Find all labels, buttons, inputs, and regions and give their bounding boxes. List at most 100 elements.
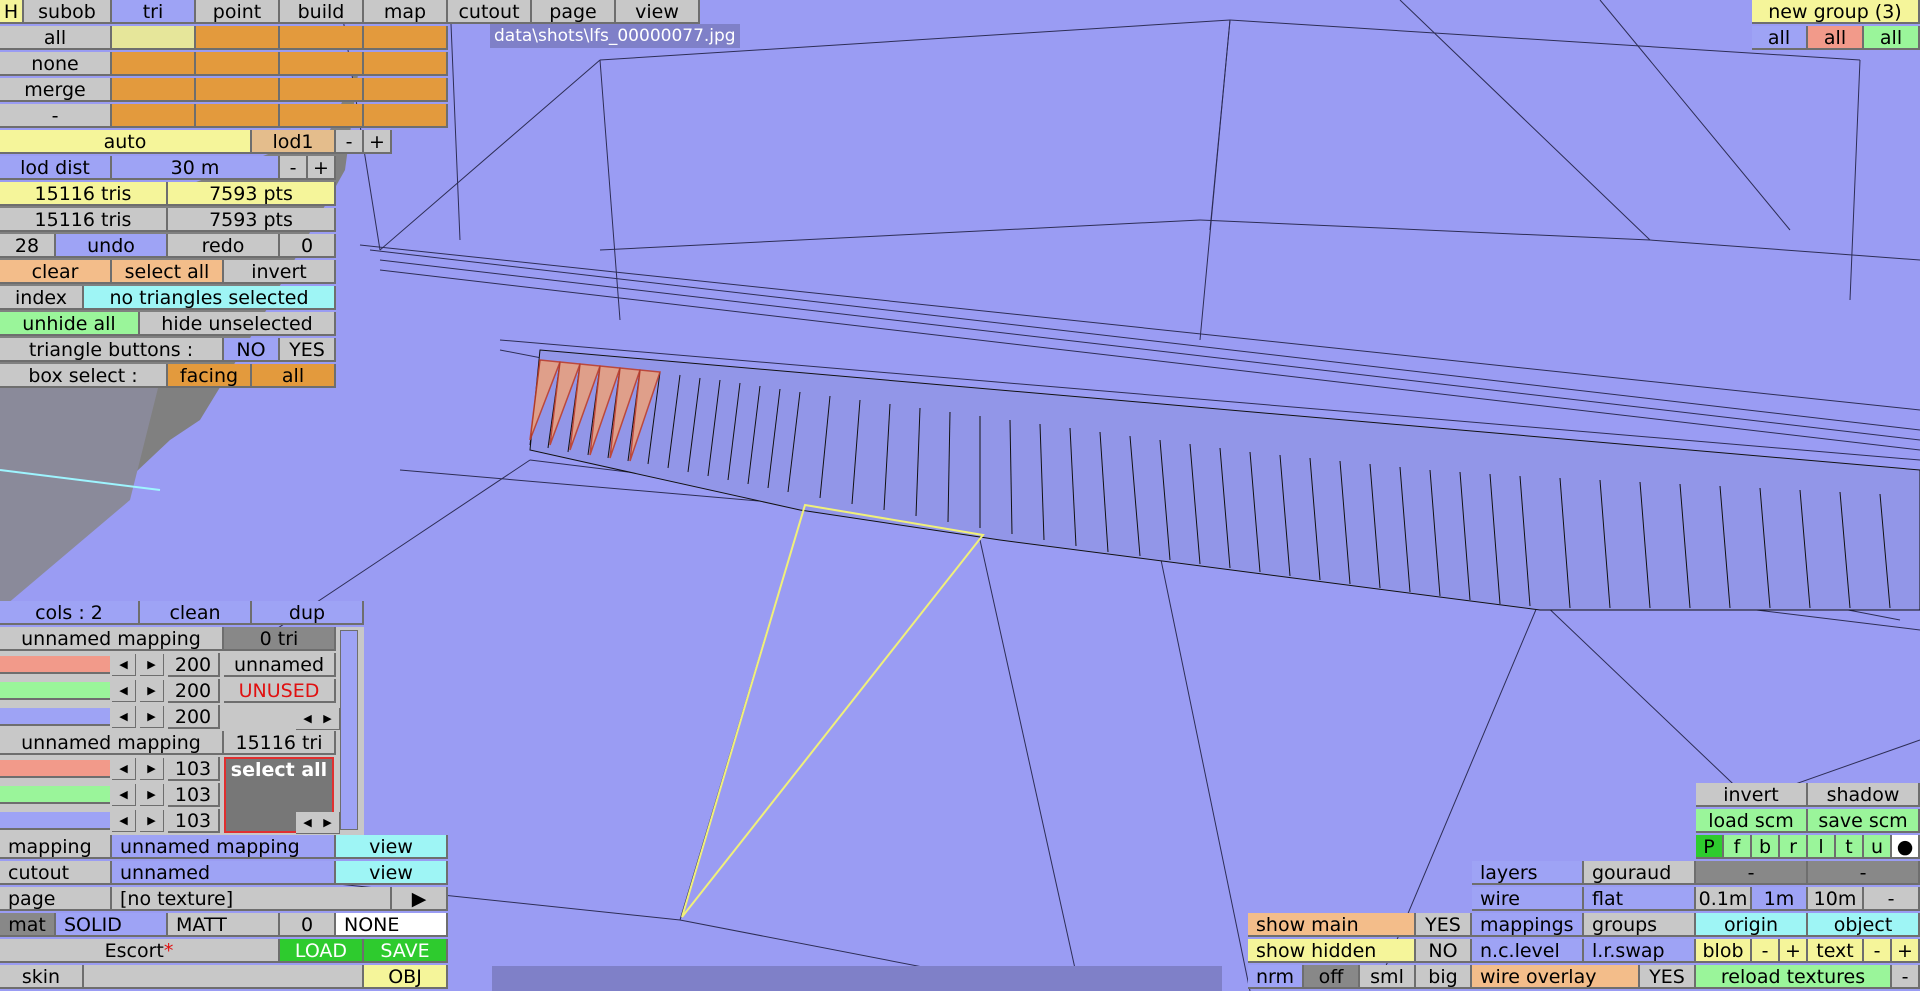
blue-slider[interactable] [0,812,110,830]
mapping-value[interactable]: unnamed mapping [112,835,336,859]
right-arrow-icon[interactable]: ▶ [140,758,164,780]
save-button[interactable]: SAVE [364,939,448,963]
left-arrow-icon[interactable]: ◀ [112,758,136,780]
grid-minus[interactable]: - [1864,887,1920,911]
right-arrow-icon[interactable]: ▶ [316,708,340,730]
nrm-button[interactable]: nrm [1248,965,1304,989]
right-arrow-icon[interactable]: ▶ [140,680,164,702]
wire-overlay-value[interactable]: YES [1640,965,1696,989]
select-swatch[interactable] [196,52,280,76]
select-all-tri-button[interactable]: select all [112,260,224,284]
cutout-view-button[interactable]: view [336,861,448,885]
cutout-value[interactable]: unnamed [112,861,336,885]
select-swatch[interactable] [280,78,364,102]
select-none-button[interactable]: none [0,52,112,76]
mapping-name-2[interactable]: unnamed mapping [0,731,224,755]
select-swatch[interactable] [196,78,280,102]
group-all-2[interactable]: all [1808,26,1864,50]
select-swatch[interactable] [364,26,448,50]
mapping-scrollbar[interactable] [340,630,358,830]
view-b-button[interactable]: b [1752,835,1780,859]
skin-field[interactable] [84,965,364,989]
origin-button[interactable]: origin [1696,913,1808,937]
off-button[interactable]: off [1304,965,1360,989]
save-scm-button[interactable]: save scm [1808,809,1920,833]
clean-button[interactable]: clean [140,601,252,625]
tab-cutout[interactable]: cutout [448,0,532,24]
view-f-button[interactable]: f [1724,835,1752,859]
select-swatch[interactable] [364,104,448,128]
dup-button[interactable]: dup [252,601,364,625]
show-hidden-button[interactable]: show hidden [1248,939,1416,963]
tab-h[interactable]: H [0,0,24,24]
tab-build[interactable]: build [280,0,364,24]
index-button[interactable]: index [0,286,84,310]
grid-0.1m[interactable]: 0.1m [1696,887,1752,911]
dash-button-1[interactable]: - [1696,861,1808,885]
mat-matt[interactable]: MATT [168,913,280,937]
left-arrow-icon[interactable]: ◀ [112,706,136,728]
text-minus[interactable]: - [1864,939,1892,963]
page-arrow-icon[interactable]: ▶ [392,887,448,911]
right-arrow-icon[interactable]: ▶ [140,810,164,832]
select-swatch[interactable] [112,26,196,50]
lod-dist-minus[interactable]: - [280,156,308,180]
lod-dist-plus[interactable]: + [308,156,336,180]
clear-button[interactable]: clear [0,260,112,284]
grid-10m[interactable]: 10m [1808,887,1864,911]
dash-button-2[interactable]: - [1808,861,1920,885]
wire-button[interactable]: wire [1472,887,1584,911]
left-arrow-icon[interactable]: ◀ [112,680,136,702]
new-group-button[interactable]: new group (3) [1752,0,1920,24]
select-all-button[interactable]: all [0,26,112,50]
blob-minus[interactable]: - [1752,939,1780,963]
reload-minus[interactable]: - [1892,965,1920,989]
red-slider[interactable] [0,656,110,674]
group-all-1[interactable]: all [1752,26,1808,50]
view-r-button[interactable]: r [1780,835,1808,859]
invert-button[interactable]: invert [224,260,336,284]
view-p-button[interactable]: P [1696,835,1724,859]
select-swatch[interactable] [196,26,280,50]
left-arrow-icon[interactable]: ◀ [112,810,136,832]
tri-buttons-yes[interactable]: YES [280,338,336,362]
view-l-button[interactable]: l [1808,835,1836,859]
red-slider[interactable] [0,760,110,778]
flat-button[interactable]: flat [1584,887,1696,911]
tab-page[interactable]: page [532,0,616,24]
text-plus[interactable]: + [1892,939,1920,963]
tri-buttons-no[interactable]: NO [224,338,280,362]
bottom-scroll-bar[interactable] [492,966,1222,991]
group-all-3[interactable]: all [1864,26,1920,50]
mapping-name[interactable]: unnamed mapping [0,627,224,651]
dash-button[interactable]: - [0,104,112,128]
groups-button[interactable]: groups [1584,913,1696,937]
green-slider[interactable] [0,682,110,700]
sml-button[interactable]: sml [1360,965,1416,989]
box-select-all[interactable]: all [252,364,336,388]
load-scm-button[interactable]: load scm [1696,809,1808,833]
left-arrow-icon[interactable]: ◀ [112,654,136,676]
right-arrow-icon[interactable]: ▶ [140,654,164,676]
reload-textures-button[interactable]: reload textures [1696,965,1892,989]
object-button[interactable]: object [1808,913,1920,937]
tab-tri[interactable]: tri [112,0,196,24]
grid-1m[interactable]: 1m [1752,887,1808,911]
blue-slider[interactable] [0,708,110,726]
text-button[interactable]: text [1808,939,1864,963]
nc-level-button[interactable]: n.c.level [1472,939,1584,963]
tab-view[interactable]: view [616,0,700,24]
lod1-button[interactable]: lod1 [252,130,336,154]
invert-view-button[interactable]: invert [1696,783,1808,807]
select-swatch[interactable] [280,104,364,128]
lod-plus-button[interactable]: + [364,130,392,154]
green-slider[interactable] [0,786,110,804]
unhide-all-button[interactable]: unhide all [0,312,140,336]
hide-unselected-button[interactable]: hide unselected [140,312,336,336]
lod-dist-value[interactable]: 30 m [112,156,280,180]
blob-plus[interactable]: + [1780,939,1808,963]
select-swatch[interactable] [280,26,364,50]
lod-minus-button[interactable]: - [336,130,364,154]
tab-subob[interactable]: subob [24,0,112,24]
load-button[interactable]: LOAD [280,939,364,963]
